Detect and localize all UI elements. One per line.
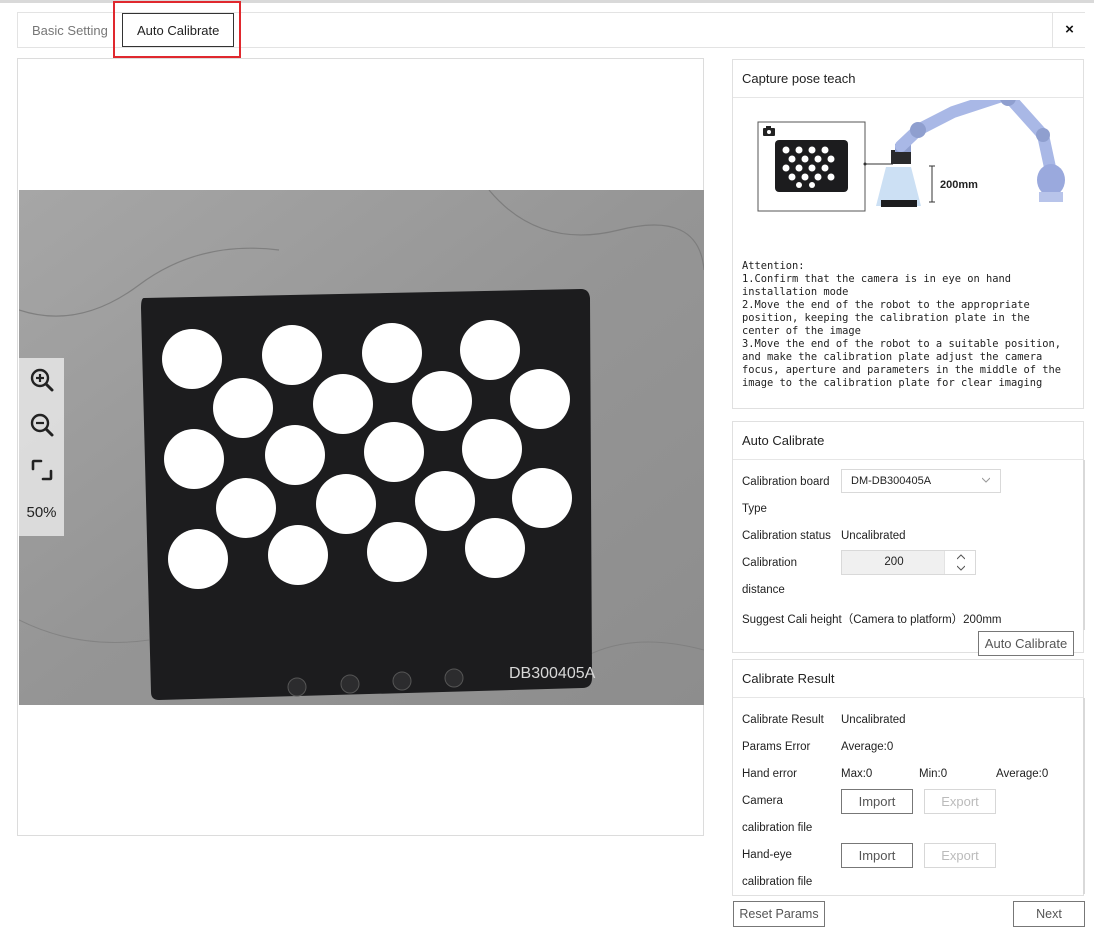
calibration-board-value: DM-DB300405A xyxy=(851,475,932,487)
calibrate-result-title: Calibrate Result xyxy=(733,660,1083,698)
calibration-distance-label: Calibration xyxy=(742,557,797,569)
chevron-down-icon xyxy=(982,477,990,483)
scrollbar[interactable] xyxy=(1083,698,1085,894)
calibrate-result-panel: Calibrate Result Calibrate Result Uncali… xyxy=(732,659,1085,896)
board-type-label: Calibration board xyxy=(742,476,830,488)
fit-screen-icon[interactable] xyxy=(29,457,55,483)
reset-params-button[interactable]: Reset Params xyxy=(733,901,825,927)
image-viewer[interactable]: DB300405A 50% xyxy=(17,58,704,836)
hand-error-average: Average:0 xyxy=(996,768,1049,780)
handeye-file-label-cont: calibration file xyxy=(742,876,813,888)
calibration-status-value: Uncalibrated xyxy=(841,530,906,542)
board-marking: DB300405A xyxy=(509,665,596,682)
capture-pose-diagram: 200mm xyxy=(753,88,1073,218)
camera-export-button[interactable]: Export xyxy=(924,789,996,814)
camera-image: DB300405A xyxy=(19,190,704,705)
zoom-level: 50% xyxy=(26,504,57,521)
calibration-distance-stepper[interactable]: 200 xyxy=(841,550,976,575)
decrement-icon[interactable] xyxy=(957,565,965,571)
camera-file-label: Camera xyxy=(742,795,783,807)
scrollbar[interactable] xyxy=(1083,460,1085,630)
calibration-board-select[interactable]: DM-DB300405A xyxy=(841,469,1001,493)
handeye-export-button[interactable]: Export xyxy=(924,843,996,868)
calibrate-result-label: Calibrate Result xyxy=(742,714,824,726)
camera-import-button[interactable]: Import xyxy=(841,789,913,814)
auto-calibrate-title: Auto Calibrate xyxy=(733,422,1083,460)
params-error-label: Params Error xyxy=(742,741,811,753)
distance-label: 200mm xyxy=(940,179,978,191)
hand-error-min: Min:0 xyxy=(919,768,948,780)
close-icon[interactable]: × xyxy=(1052,13,1086,47)
calibration-distance-value: 200 xyxy=(884,556,904,568)
suggest-height-text: Suggest Cali height（Camera to platform）2… xyxy=(742,614,1002,626)
auto-calibrate-button[interactable]: Auto Calibrate xyxy=(978,631,1074,656)
calibrate-result-value: Uncalibrated xyxy=(841,714,906,726)
tab-basic-setting[interactable]: Basic Setting xyxy=(18,13,122,48)
zoom-out-icon[interactable] xyxy=(29,412,55,438)
next-button[interactable]: Next xyxy=(1013,901,1085,927)
active-tab-highlight xyxy=(113,1,241,58)
board-type-label-cont: Type xyxy=(742,503,767,515)
calibration-status-label: Calibration status xyxy=(742,530,831,542)
params-error-value: Average:0 xyxy=(841,741,894,753)
increment-icon[interactable] xyxy=(957,554,965,560)
capture-pose-title: Capture pose teach xyxy=(733,60,1083,98)
camera-file-label-cont: calibration file xyxy=(742,822,813,834)
zoom-in-icon[interactable] xyxy=(29,367,55,393)
hand-error-max: Max:0 xyxy=(841,768,873,780)
handeye-import-button[interactable]: Import xyxy=(841,843,913,868)
attention-text: Attention: 1.Confirm that the camera is … xyxy=(742,260,1062,389)
capture-pose-panel: Capture pose teach 200mm Attention: 1.Co… xyxy=(732,59,1084,409)
calibration-distance-label-cont: distance xyxy=(742,584,785,596)
handeye-file-label: Hand-eye xyxy=(742,849,792,861)
zoom-toolbar: 50% xyxy=(19,358,64,536)
hand-error-label: Hand error xyxy=(742,768,797,780)
auto-calibrate-panel: Auto Calibrate Calibration board Type DM… xyxy=(732,421,1085,656)
